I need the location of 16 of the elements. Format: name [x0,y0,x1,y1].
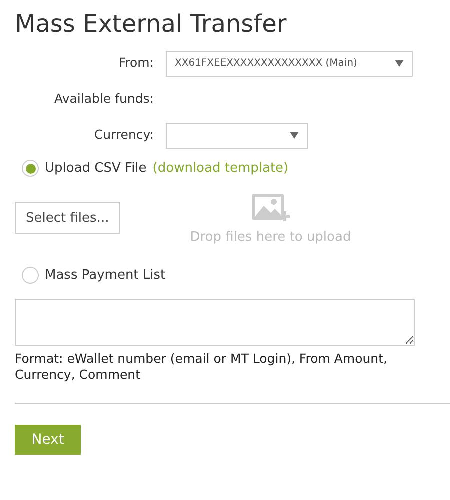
page-title: Mass External Transfer [15,10,288,39]
field-label: Currency: [93,126,155,144]
field-label: From: [118,54,155,72]
caret-icon [395,60,404,68]
radio-button[interactable] [22,160,39,178]
option-label: Upload CSV File [45,160,147,178]
drop-hint: Drop files here to upload [190,229,352,248]
dropdown[interactable]: XX61FXEEXXXXXXXXXXXXXX (Main) [166,50,413,77]
radio-button[interactable] [22,267,39,284]
caret-icon [290,132,299,140]
field-label: Available funds: [54,90,155,108]
option-label: Mass Payment List [45,266,166,285]
select-files-button[interactable]: Select files... [15,202,120,234]
format-note: Format: eWallet number (email or MT Login), From Amount, Currency, Comment [15,351,388,384]
dropdown[interactable] [166,122,308,149]
mass-payment-textarea[interactable] [15,299,415,346]
